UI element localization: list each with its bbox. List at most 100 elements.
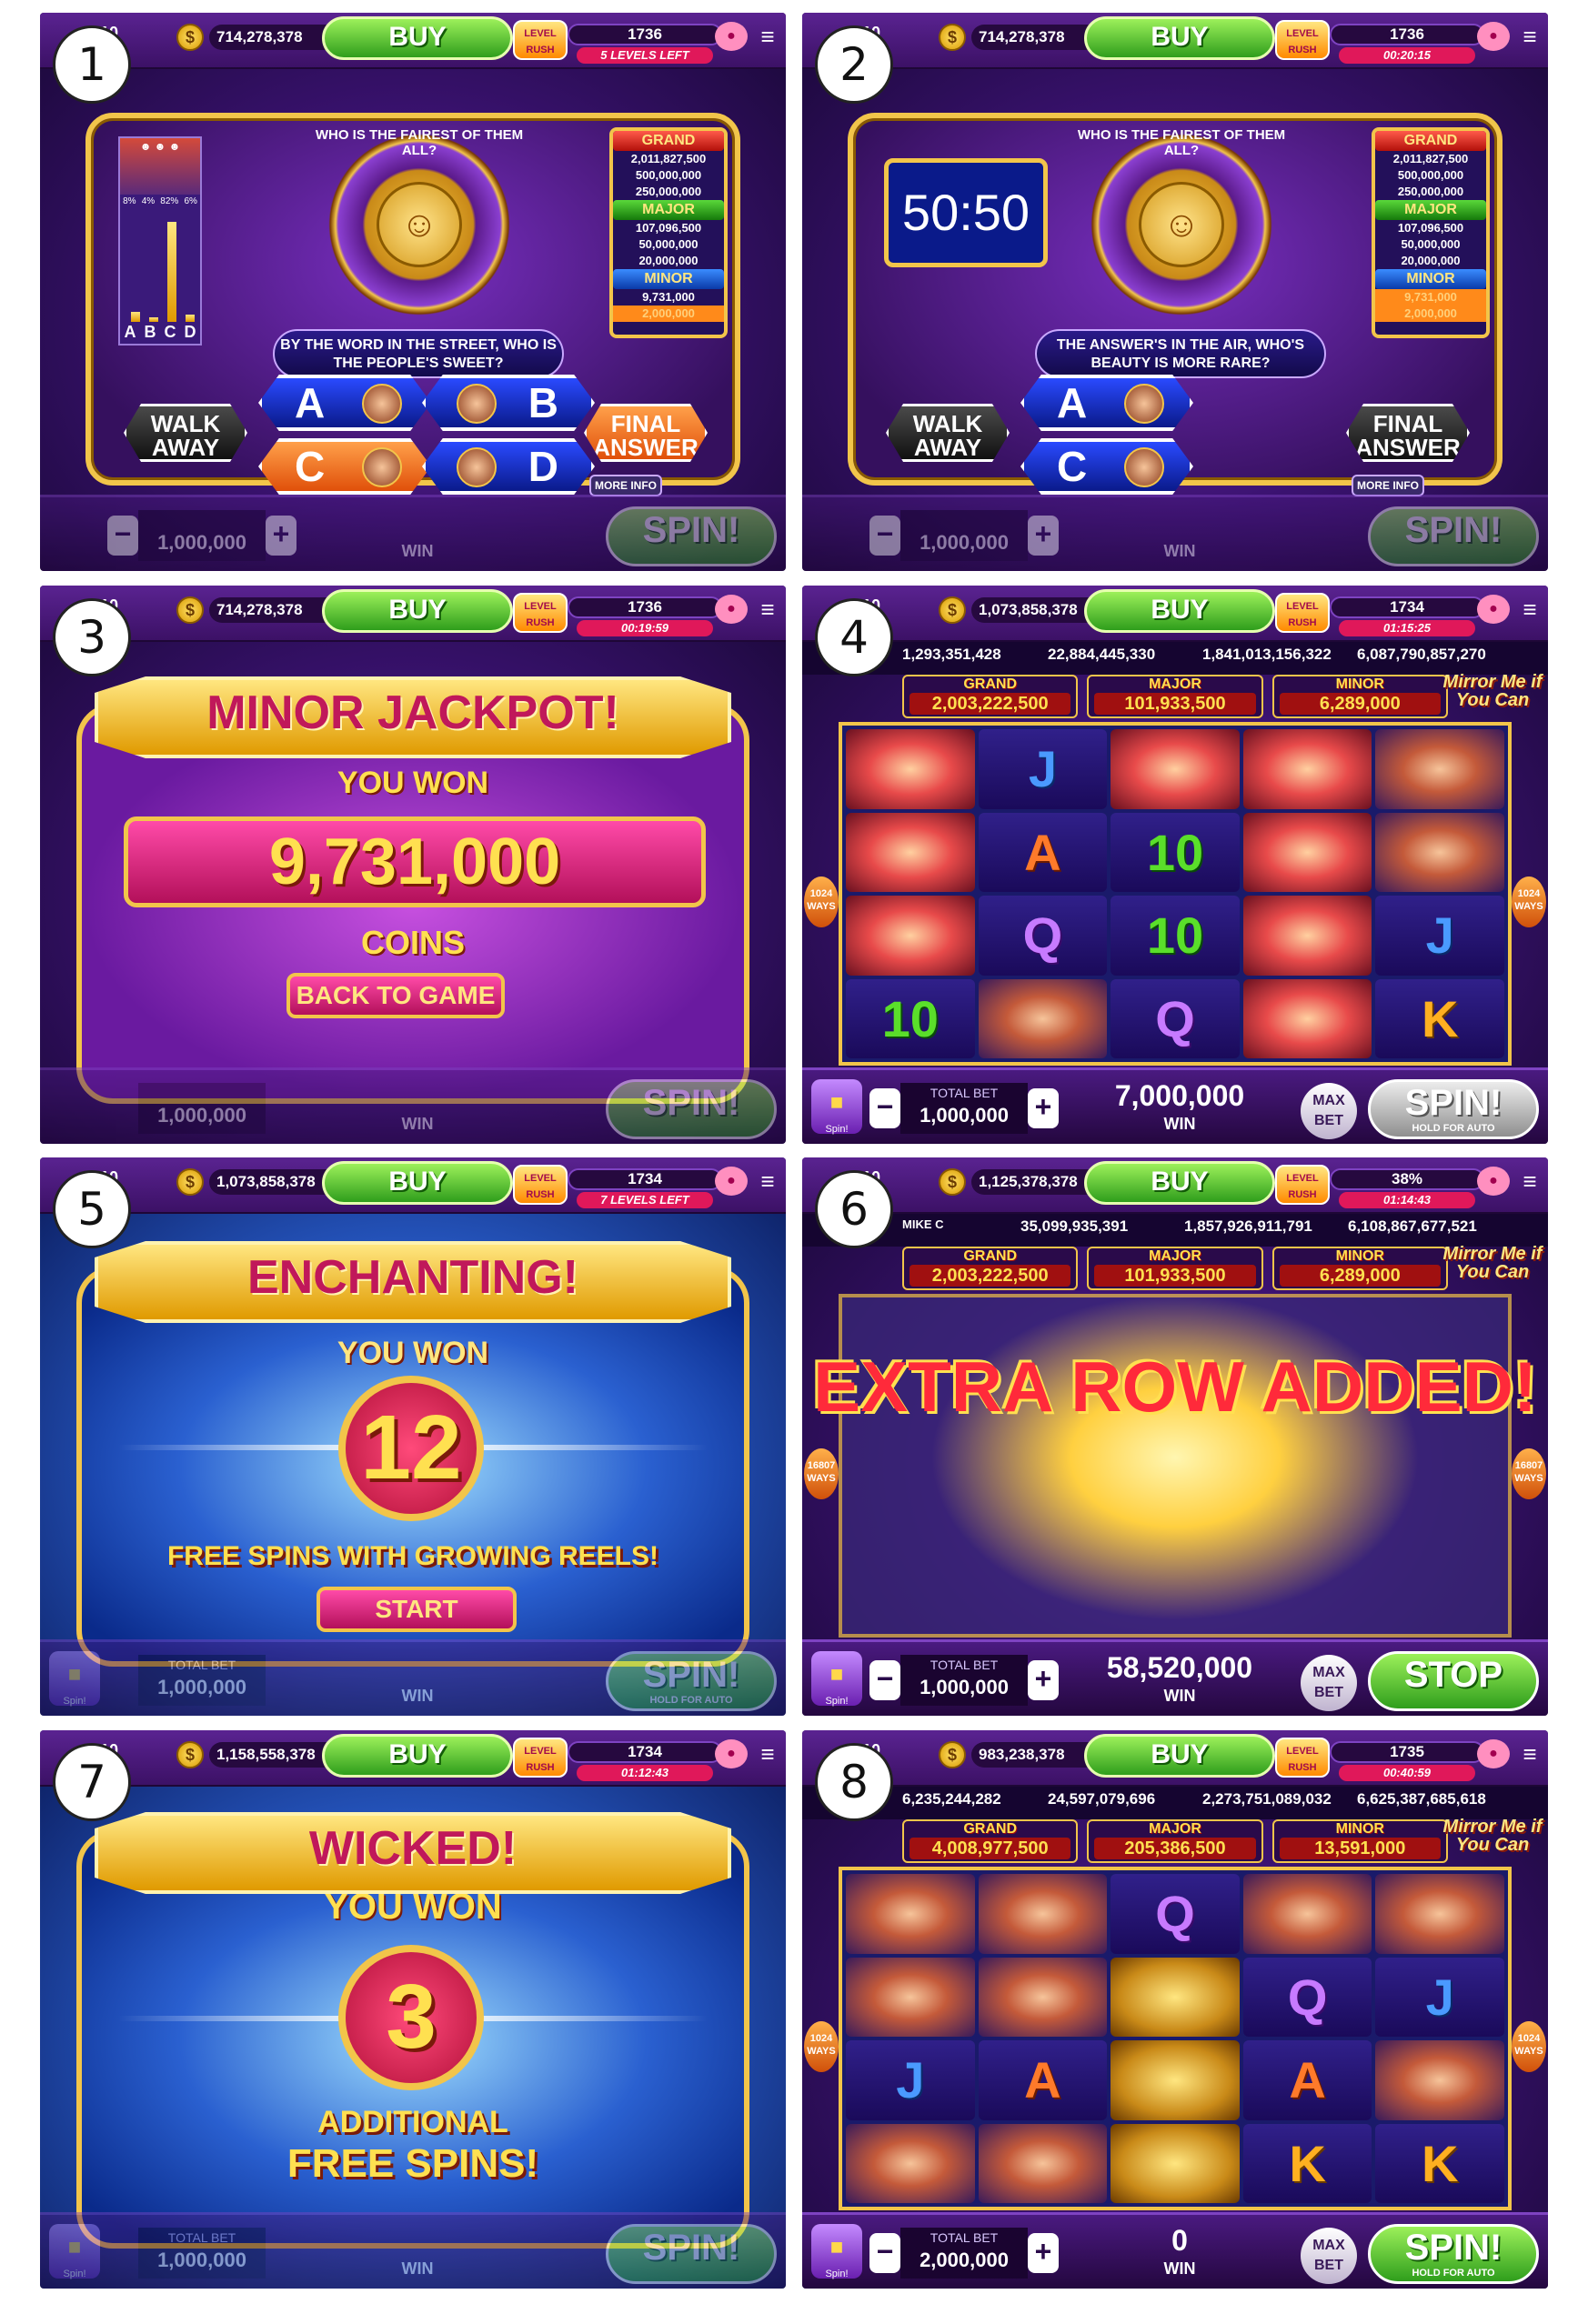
bet-minus-button[interactable]: − (107, 516, 138, 556)
answer-c-button[interactable]: C (1020, 438, 1193, 495)
level-rush-timer: 01:15:25 (1339, 620, 1475, 636)
panel-number: 7 (53, 1743, 131, 1821)
start-button[interactable]: START (317, 1587, 517, 1632)
ways-badge-left: 16807 WAYS (804, 1448, 839, 1499)
reel-grid: J A 10 Q 10 J 10 Q K (839, 722, 1512, 1066)
bet-plus-button[interactable]: + (1028, 1088, 1059, 1128)
level-rush-badge[interactable]: LEVEL RUSH (1275, 1165, 1330, 1205)
answer-d-button[interactable]: D (422, 438, 595, 495)
piggy-bank-icon[interactable]: ● (1477, 1167, 1510, 1196)
win-display: WIN (401, 2259, 434, 2278)
gift-icon[interactable]: ■ Spin! (811, 2224, 862, 2279)
win-display: WIN (1163, 542, 1196, 560)
gift-icon[interactable]: ■ Spin! (811, 1079, 862, 1135)
max-bet-button[interactable]: MAX BET (1301, 2228, 1357, 2284)
bet-plus-button[interactable]: + (1028, 2233, 1059, 2273)
face-symbol (1375, 729, 1504, 809)
menu-icon[interactable]: ≡ (755, 1739, 780, 1768)
portrait-icon (1124, 384, 1164, 424)
level-rush-badge[interactable]: LEVEL RUSH (513, 1165, 568, 1205)
buy-button[interactable]: BUY (1084, 1161, 1275, 1205)
face-symbol (846, 1957, 975, 2037)
buy-button[interactable]: BUY (1084, 589, 1275, 633)
bet-minus-button[interactable]: − (869, 516, 900, 556)
more-info-button[interactable]: MORE INFO (589, 475, 662, 496)
buy-button[interactable]: BUY (1084, 16, 1275, 60)
level-progress: 1734 (1330, 596, 1484, 618)
piggy-bank-icon[interactable]: ● (715, 22, 748, 51)
gift-icon[interactable]: ■ Spin! (811, 1651, 862, 1707)
level-rush-sub: 7 LEVELS LEFT (577, 1192, 713, 1208)
game-logo: Mirror Me if You Can (1442, 1244, 1543, 1282)
k-symbol: K (1242, 2123, 1372, 2203)
win-display: WIN (401, 1115, 434, 1133)
level-rush-timer: 00:19:59 (577, 620, 713, 636)
level-rush-badge[interactable]: LEVEL RUSH (1275, 1738, 1330, 1778)
piggy-bank-icon[interactable]: ● (1477, 22, 1510, 51)
buy-button[interactable]: BUY (322, 1161, 513, 1205)
gift-icon[interactable]: ■ Spin! (49, 2224, 100, 2279)
you-won-label: YOU WON (337, 766, 489, 800)
answer-c-button[interactable]: C (258, 438, 431, 495)
more-info-button[interactable]: MORE INFO (1352, 475, 1424, 496)
level-progress: 1734 (568, 1168, 722, 1190)
buy-button[interactable]: BUY (322, 1734, 513, 1778)
answer-a-button[interactable]: A (258, 375, 431, 431)
spin-button[interactable]: SPIN! HOLD FOR AUTO (1368, 2224, 1539, 2284)
piggy-bank-icon[interactable]: ● (715, 595, 748, 624)
piggy-bank-icon[interactable]: ● (715, 1739, 748, 1768)
gift-icon[interactable]: ■ Spin! (49, 1651, 100, 1707)
max-bet-button[interactable]: MAX BET (1301, 1655, 1357, 1711)
top-bar: 810 $ 1,073,858,378 BUY LEVEL RUSH 1734 … (802, 586, 1548, 642)
level-rush-badge[interactable]: LEVEL RUSH (513, 1738, 568, 1778)
menu-icon[interactable]: ≡ (1517, 595, 1543, 624)
ten-symbol: 10 (1111, 896, 1240, 976)
face-symbol (1375, 2040, 1504, 2120)
final-answer-button[interactable]: FINAL ANSWER (584, 404, 708, 462)
buy-button[interactable]: BUY (1084, 1734, 1275, 1778)
spin-button[interactable]: SPIN! (1368, 506, 1539, 566)
bet-plus-button[interactable]: + (266, 516, 296, 556)
level-rush-badge[interactable]: LEVEL RUSH (1275, 593, 1330, 633)
piggy-bank-icon[interactable]: ● (715, 1167, 748, 1196)
level-rush-badge[interactable]: LEVEL RUSH (513, 20, 568, 60)
stop-button[interactable]: STOP (1368, 1651, 1539, 1711)
panel-6: 6 810 $ 1,125,378,378 BUY LEVEL RUSH 38%… (802, 1157, 1548, 1716)
bet-plus-button[interactable]: + (1028, 516, 1059, 556)
spin-button[interactable]: SPIN! HOLD FOR AUTO (1368, 1079, 1539, 1139)
buy-button[interactable]: BUY (322, 589, 513, 633)
title-ribbon: WICKED! (95, 1812, 731, 1894)
bet-minus-button[interactable]: − (869, 1088, 900, 1128)
piggy-bank-icon[interactable]: ● (1477, 595, 1510, 624)
spin-button[interactable]: SPIN! (606, 1079, 777, 1139)
menu-icon[interactable]: ≡ (1517, 1167, 1543, 1196)
spin-button[interactable]: SPIN! (606, 506, 777, 566)
menu-icon[interactable]: ≡ (755, 22, 780, 51)
answer-b-button[interactable]: B (422, 375, 595, 431)
menu-icon[interactable]: ≡ (755, 595, 780, 624)
level-rush-badge[interactable]: LEVEL RUSH (513, 593, 568, 633)
level-rush-badge[interactable]: LEVEL RUSH (1275, 20, 1330, 60)
menu-icon[interactable]: ≡ (1517, 22, 1543, 51)
back-to-game-button[interactable]: BACK TO GAME (286, 973, 505, 1018)
jackpot-popup: YOU WON 9,731,000 COINS BACK TO GAME (76, 704, 749, 1104)
buy-button[interactable]: BUY (322, 16, 513, 60)
title-ribbon: MINOR JACKPOT! (95, 676, 731, 758)
total-bet: TOTAL BET 1,000,000 (138, 1655, 266, 1706)
walk-away-button[interactable]: WALK AWAY (886, 404, 1010, 462)
menu-icon[interactable]: ≡ (755, 1167, 780, 1196)
bottom-bar: ■ Spin! TOTAL BET 1,000,000 WIN SPIN! (40, 2212, 786, 2289)
bet-minus-button[interactable]: − (869, 1660, 900, 1700)
progressive-jackpot-strip: 1,293,351,428 22,884,445,330 1,841,013,1… (802, 642, 1548, 675)
bet-minus-button[interactable]: − (869, 2233, 900, 2273)
audience-faces: ☻ ☻ ☻ (120, 138, 200, 195)
piggy-bank-icon[interactable]: ● (1477, 1739, 1510, 1768)
menu-icon[interactable]: ≡ (1517, 1739, 1543, 1768)
walk-away-button[interactable]: WALK AWAY (124, 404, 247, 462)
bet-plus-button[interactable]: + (1028, 1660, 1059, 1700)
spin-button[interactable]: SPIN! HOLD FOR AUTO (606, 1651, 777, 1711)
max-bet-button[interactable]: MAX BET (1301, 1083, 1357, 1139)
answer-a-button[interactable]: A (1020, 375, 1193, 431)
spin-button[interactable]: SPIN! (606, 2224, 777, 2284)
final-answer-button[interactable]: FINAL ANSWER (1346, 404, 1470, 462)
